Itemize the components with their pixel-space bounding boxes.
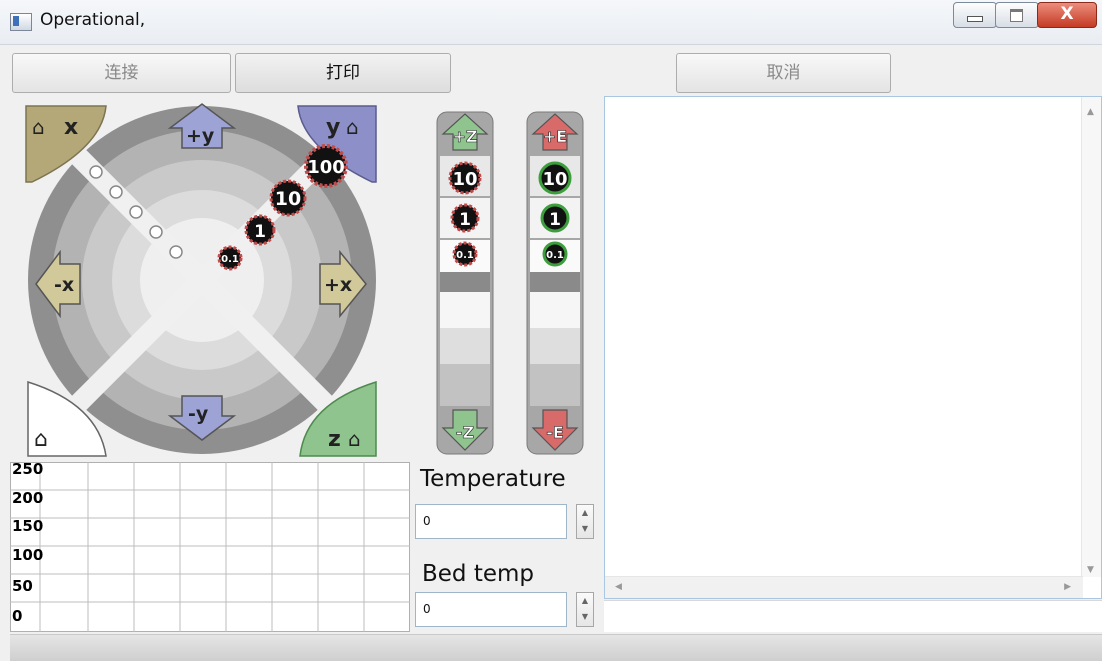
step-badge-0.1: 0.1 (217, 245, 243, 271)
console-log[interactable]: ▲ ▼ ◀ ▶ (604, 96, 1102, 599)
vertical-scrollbar[interactable]: ▲ ▼ (1081, 97, 1101, 577)
plus-y-label: +y (186, 125, 215, 147)
e-down-label: -E (546, 423, 564, 442)
bed-temp-input[interactable]: 0 (415, 592, 567, 627)
bed-temp-spinner[interactable]: ▲ ▼ (576, 592, 594, 627)
app-icon (10, 13, 32, 31)
command-area[interactable] (604, 600, 1102, 632)
e-center (530, 272, 580, 292)
e-down-10-button[interactable] (530, 364, 580, 406)
bed-temp-label: Bed temp (422, 561, 535, 587)
z-step-badge-1: 1 (450, 203, 480, 233)
svg-text:0.1: 0.1 (546, 250, 564, 261)
connect-button[interactable]: 连接 (12, 53, 231, 93)
svg-text:1: 1 (549, 210, 561, 230)
temperature-input[interactable]: 0 (415, 504, 567, 539)
print-button[interactable]: 打印 (235, 53, 451, 93)
title-bar (0, 0, 1102, 45)
y-tick-label: 200 (12, 489, 44, 507)
scroll-left-icon[interactable]: ◀ (615, 582, 622, 592)
svg-text:10: 10 (275, 188, 301, 210)
temperature-chart-grid (10, 462, 410, 632)
home-icon: ⌂ (34, 427, 48, 452)
temperature-label: Temperature (420, 466, 566, 492)
maximize-button[interactable] (995, 2, 1039, 28)
step-badge-10: 10 (269, 179, 307, 217)
svg-text:0.1: 0.1 (456, 250, 474, 261)
plus-x-label: +x (324, 274, 352, 296)
home-y-label: y (326, 115, 340, 140)
y-tick-label: 250 (12, 460, 44, 478)
spin-down-icon[interactable]: ▼ (577, 521, 593, 537)
spin-up-icon[interactable]: ▲ (577, 593, 593, 609)
y-tick-label: 50 (12, 577, 33, 595)
y-tick-label: 100 (12, 546, 44, 564)
step-badge-100: 100 (304, 144, 348, 188)
e-down-1-button[interactable] (530, 328, 580, 364)
z-step-badge-0.1: 0.1 (452, 241, 478, 267)
z-step-badge-10: 10 (448, 161, 482, 195)
e-down-0.1-button[interactable] (530, 292, 580, 328)
spin-down-icon[interactable]: ▼ (577, 609, 593, 625)
home-z-label: z (328, 427, 341, 452)
close-button[interactable]: X (1037, 2, 1097, 28)
window-title: Operational, (40, 10, 146, 30)
home-x-label: x (64, 115, 78, 140)
y-tick-label: 0 (12, 607, 23, 625)
minus-x-label: -x (54, 274, 74, 296)
svg-text:0.1: 0.1 (221, 254, 239, 265)
bed-temp-value: 0 (423, 602, 431, 616)
e-step-badge-1: 1 (540, 203, 570, 233)
z-center (440, 272, 490, 292)
xy-jog-control: ⌂ x y ⌂ ⌂ z ⌂ +y -y -x +x 100 10 1 0.1 (25, 103, 377, 457)
scroll-down-icon[interactable]: ▼ (1087, 565, 1094, 575)
status-bar (10, 634, 1102, 661)
svg-text:10: 10 (452, 169, 477, 190)
minimize-button[interactable] (953, 2, 997, 28)
maximize-icon (1010, 9, 1023, 22)
z-down-1-button[interactable] (440, 328, 490, 364)
z-jog-control: +Z -Z 10 1 0.1 (436, 111, 494, 455)
z-down-10-button[interactable] (440, 364, 490, 406)
y-tick-label: 150 (12, 517, 44, 535)
scroll-right-icon[interactable]: ▶ (1064, 582, 1071, 592)
svg-text:100: 100 (307, 157, 345, 178)
svg-text:1: 1 (254, 222, 266, 242)
spin-up-icon[interactable]: ▲ (577, 505, 593, 521)
minus-y-label: -y (188, 403, 209, 425)
e-step-badge-0.1: 0.1 (542, 241, 568, 267)
step-badge-1: 1 (244, 214, 276, 246)
temperature-value: 0 (423, 514, 431, 528)
temperature-chart: 250 200 150 100 50 0 (10, 462, 410, 632)
home-icon: ⌂ (32, 115, 45, 139)
z-up-label: +Z (452, 127, 477, 146)
e-up-label: +E (543, 127, 567, 146)
z-down-0.1-button[interactable] (440, 292, 490, 328)
cancel-button[interactable]: 取消 (676, 53, 891, 93)
home-icon: ⌂ (346, 115, 359, 139)
e-step-badge-10: 10 (538, 161, 572, 195)
scroll-up-icon[interactable]: ▲ (1087, 107, 1094, 117)
temperature-spinner[interactable]: ▲ ▼ (576, 504, 594, 539)
z-down-label: -Z (456, 423, 474, 442)
e-jog-control: +E -E 10 1 0.1 (526, 111, 584, 455)
minimize-icon (967, 16, 983, 22)
svg-text:1: 1 (459, 210, 471, 230)
horizontal-scrollbar[interactable]: ◀ ▶ (605, 576, 1083, 598)
home-icon: ⌂ (348, 427, 361, 451)
svg-text:10: 10 (542, 169, 567, 190)
